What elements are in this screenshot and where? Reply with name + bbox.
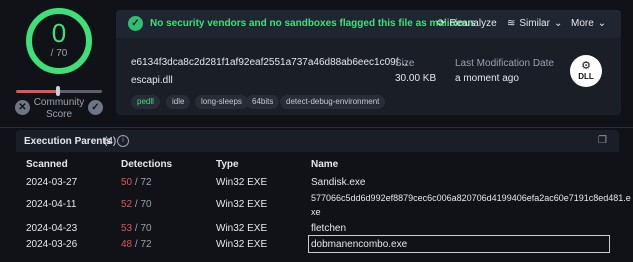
row-detections: 48 / 72 <box>121 239 152 250</box>
column-header-scanned[interactable]: Scanned <box>26 159 68 170</box>
similar-button[interactable]: ≋ Similar ⌄ <box>507 18 562 29</box>
file-type-badge: ⚙ DLL <box>570 55 602 87</box>
size-label: Size <box>395 58 415 69</box>
similar-icon: ≋ <box>507 18 516 29</box>
row-scanned: 2024-04-11 <box>26 199 77 210</box>
column-header-name[interactable]: Name <box>311 159 338 170</box>
row-type: Win32 EXE <box>216 177 268 188</box>
row-scanned: 2024-03-27 <box>26 177 78 188</box>
chevron-down-icon: ⌄ <box>597 18 607 29</box>
size-value: 30.00 KB <box>395 73 437 84</box>
chevron-down-icon: ⌄ <box>553 18 563 29</box>
tag-pedll[interactable]: pedll <box>131 95 160 109</box>
tag-detect-debug-environment[interactable]: detect-debug-environment <box>280 95 386 109</box>
check-circle-icon: ✓ <box>128 16 143 31</box>
status-message: No security vendors and no sandboxes fla… <box>150 18 476 29</box>
community-score-label: Community Score <box>33 97 85 120</box>
row-scanned: 2024-04-23 <box>26 223 78 234</box>
row-type: Win32 EXE <box>216 239 268 250</box>
row-type: Win32 EXE <box>216 223 268 234</box>
tag-64bits[interactable]: 64bits <box>246 95 280 109</box>
file-name: escapi.dll <box>131 75 173 86</box>
row-name-link[interactable]: dobmanencombo.exe <box>311 239 407 250</box>
more-button[interactable]: More ⌄ <box>571 18 606 29</box>
row-name-link[interactable]: 577066c5dd6d992ef8879cec6c006a820706d419… <box>311 193 631 203</box>
tag-long-sleeps[interactable]: long-sleeps <box>195 95 248 109</box>
row-name-link-continued[interactable]: xe <box>311 207 321 217</box>
modified-label: Last Modification Date <box>455 58 554 69</box>
row-type: Win32 EXE <box>216 199 268 210</box>
copy-icon[interactable]: ❐ <box>598 135 607 146</box>
detection-count: 0 <box>51 18 67 48</box>
gear-icon: ⚙ <box>581 60 591 72</box>
modified-value: a moment ago <box>455 73 519 84</box>
refresh-icon: ⟳ <box>437 18 446 29</box>
reanalyze-button[interactable]: ⟳ Reanalyze <box>437 18 497 29</box>
row-name-link[interactable]: fletchen <box>311 223 346 234</box>
section-count: (4) <box>104 136 117 147</box>
file-hash[interactable]: e6134f3dca8c2d281f1af92eaf2551a737a46d88… <box>131 57 408 68</box>
row-detections: 50 / 72 <box>121 177 152 188</box>
row-name-link[interactable]: Sandisk.exe <box>311 177 365 188</box>
tag-idle[interactable]: idle <box>166 95 191 109</box>
row-detections: 52 / 70 <box>121 199 152 210</box>
row-scanned: 2024-03-26 <box>26 239 78 250</box>
column-header-detections[interactable]: Detections <box>121 159 172 170</box>
section-title: Execution Parents <box>24 136 112 147</box>
info-icon[interactable]: i <box>117 135 129 147</box>
section-divider <box>0 127 633 128</box>
community-score-marker <box>56 86 60 96</box>
row-detections: 53 / 70 <box>121 223 152 234</box>
column-header-type[interactable]: Type <box>216 159 239 170</box>
detection-total: / 70 <box>50 48 68 59</box>
